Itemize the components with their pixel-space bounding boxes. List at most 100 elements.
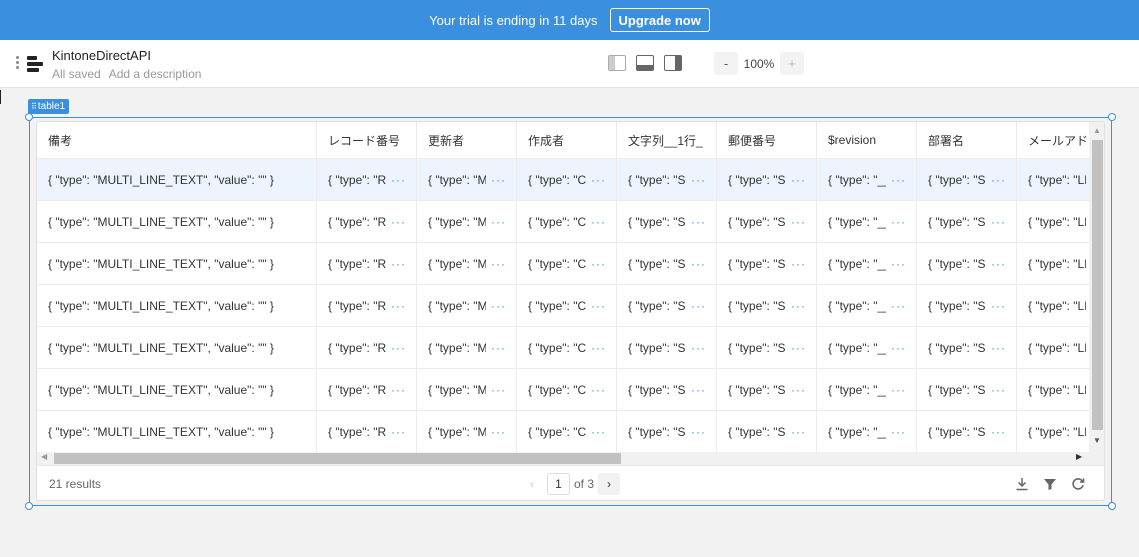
expand-cell-icon[interactable]: ··· bbox=[691, 425, 706, 439]
horizontal-scroll-thumb[interactable] bbox=[54, 453, 621, 464]
expand-cell-icon[interactable]: ··· bbox=[991, 341, 1006, 355]
expand-cell-icon[interactable]: ··· bbox=[591, 383, 606, 397]
table-cell[interactable]: { "type": "MODIFIER" ··· bbox=[417, 369, 517, 410]
expand-cell-icon[interactable]: ··· bbox=[991, 425, 1006, 439]
table-cell[interactable]: { "type": "SINGLE_LINE_TEXT" ··· bbox=[717, 369, 817, 410]
table-row[interactable]: { "type": "MULTI_LINE_TEXT", "value": ""… bbox=[37, 285, 1089, 327]
table-cell[interactable]: { "type": "RECORD_NUMBER" ··· bbox=[317, 243, 417, 284]
expand-cell-icon[interactable]: ··· bbox=[791, 383, 806, 397]
column-header[interactable]: 更新者 bbox=[417, 122, 517, 158]
table-cell[interactable]: { "type": "CREATOR" ··· bbox=[517, 201, 617, 242]
resize-handle-bottom-left[interactable] bbox=[25, 502, 33, 510]
table-cell[interactable]: { "type": "SINGLE_LINE_TEXT" ··· bbox=[917, 411, 1017, 452]
table-cell[interactable]: { "type": "__REVISION__" ··· bbox=[817, 243, 917, 284]
zoom-out-button[interactable]: - bbox=[714, 52, 738, 75]
horizontal-scrollbar[interactable]: ◀ ▶ bbox=[37, 452, 1104, 465]
expand-cell-icon[interactable]: ··· bbox=[691, 341, 706, 355]
resize-handle-top-left[interactable] bbox=[25, 113, 33, 121]
resize-handle-top-right[interactable] bbox=[1108, 113, 1116, 121]
table-cell[interactable]: { "type": "MODIFIER" ··· bbox=[417, 159, 517, 200]
zoom-in-button[interactable]: + bbox=[780, 52, 804, 75]
expand-cell-icon[interactable]: ··· bbox=[891, 341, 906, 355]
refresh-icon[interactable] bbox=[1069, 475, 1087, 493]
table-cell[interactable]: { "type": "SINGLE_LINE_TEXT" ··· bbox=[917, 327, 1017, 368]
table-cell[interactable]: { "type": "CREATOR" ··· bbox=[517, 285, 617, 326]
table-cell[interactable]: { "type": "MULTI_LINE_TEXT", "value": ""… bbox=[37, 285, 317, 326]
column-header[interactable]: 文字列__1行_ bbox=[617, 122, 717, 158]
expand-cell-icon[interactable]: ··· bbox=[591, 215, 606, 229]
expand-cell-icon[interactable]: ··· bbox=[891, 383, 906, 397]
table-cell[interactable]: { "type": "RECORD_NUMBER" ··· bbox=[317, 159, 417, 200]
table-cell[interactable]: { "type": "SINGLE_LINE_TEXT" ··· bbox=[717, 201, 817, 242]
table-cell[interactable]: { "type": "SINGLE_LINE_TEXT" ··· bbox=[617, 285, 717, 326]
scroll-up-icon[interactable]: ▲ bbox=[1093, 126, 1101, 135]
previous-page-button[interactable]: ‹ bbox=[521, 473, 543, 495]
expand-cell-icon[interactable]: ··· bbox=[591, 299, 606, 313]
table-cell[interactable]: { "type": "SINGLE_LINE_TEXT" ··· bbox=[917, 369, 1017, 410]
filter-icon[interactable] bbox=[1041, 475, 1059, 493]
column-header[interactable]: 部署名 bbox=[917, 122, 1017, 158]
expand-cell-icon[interactable]: ··· bbox=[491, 383, 506, 397]
vertical-scroll-thumb[interactable] bbox=[1092, 140, 1103, 430]
table-cell[interactable]: { "type": "MULTI_LINE_TEXT", "value": ""… bbox=[37, 327, 317, 368]
table-cell[interactable]: { "type": "MULTI_LINE_TEXT", "value": ""… bbox=[37, 201, 317, 242]
bottom-panel-toggle-icon[interactable] bbox=[636, 55, 654, 71]
table-cell[interactable]: { "type": "__REVISION__" ··· bbox=[817, 369, 917, 410]
expand-cell-icon[interactable]: ··· bbox=[391, 383, 406, 397]
column-header[interactable]: 作成者 bbox=[517, 122, 617, 158]
table-cell[interactable]: { "type": "SINGLE_LINE_TEXT" ··· bbox=[617, 327, 717, 368]
expand-cell-icon[interactable]: ··· bbox=[891, 425, 906, 439]
table-cell[interactable]: { "type": "SINGLE_LINE_TEXT" ··· bbox=[917, 285, 1017, 326]
vertical-scrollbar[interactable]: ▲ ▼ bbox=[1089, 122, 1104, 452]
expand-cell-icon[interactable]: ··· bbox=[591, 173, 606, 187]
table-cell[interactable]: { "type": "SINGLE_LINE_TEXT" ··· bbox=[917, 159, 1017, 200]
expand-cell-icon[interactable]: ··· bbox=[691, 383, 706, 397]
expand-cell-icon[interactable]: ··· bbox=[391, 215, 406, 229]
column-header[interactable]: 郵便番号 bbox=[717, 122, 817, 158]
table-cell[interactable]: { "type": "SINGLE_LINE_TEXT" ··· bbox=[717, 285, 817, 326]
table-cell[interactable]: { "type": "MULTI_LINE_TEXT", "value": ""… bbox=[37, 159, 317, 200]
table-cell[interactable]: { "type": "RECORD_NUMBER" ··· bbox=[317, 369, 417, 410]
table-row[interactable]: { "type": "MULTI_LINE_TEXT", "value": ""… bbox=[37, 411, 1089, 452]
expand-cell-icon[interactable]: ··· bbox=[691, 299, 706, 313]
table-cell[interactable]: { "type": "RECORD_NUMBER" ··· bbox=[317, 201, 417, 242]
table-cell[interactable]: { "type": "MODIFIER" ··· bbox=[417, 285, 517, 326]
table-cell[interactable]: { "type": "CREATOR" ··· bbox=[517, 159, 617, 200]
table-row[interactable]: { "type": "MULTI_LINE_TEXT", "value": ""… bbox=[37, 201, 1089, 243]
table-cell[interactable]: { "type": "SINGLE_LINE_TEXT" ··· bbox=[717, 411, 817, 452]
table-cell[interactable]: { "type": "CREATOR" ··· bbox=[517, 243, 617, 284]
table-cell[interactable]: { "type": "SINGLE_LINE_TEXT" ··· bbox=[617, 243, 717, 284]
table-row[interactable]: { "type": "MULTI_LINE_TEXT", "value": ""… bbox=[37, 243, 1089, 285]
expand-cell-icon[interactable]: ··· bbox=[691, 257, 706, 271]
table-cell[interactable]: { "type": "MULTI_LINE_TEXT", "value": ""… bbox=[37, 411, 317, 452]
table-cell[interactable]: { "type": "SINGLE_LINE_TEXT" ··· bbox=[717, 243, 817, 284]
table-cell[interactable]: { "type": "__REVISION__" ··· bbox=[817, 201, 917, 242]
expand-cell-icon[interactable]: ··· bbox=[791, 341, 806, 355]
column-header[interactable]: 備考 bbox=[37, 122, 317, 158]
table-cell[interactable]: { "type": "__REVISION__" ··· bbox=[817, 411, 917, 452]
component-name-tag[interactable]: ⠿ table1 bbox=[28, 99, 70, 114]
table-cell[interactable]: { "type": "CREATOR" ··· bbox=[517, 369, 617, 410]
expand-cell-icon[interactable]: ··· bbox=[591, 425, 606, 439]
app-name[interactable]: KintoneDirectAPI bbox=[52, 48, 151, 63]
expand-cell-icon[interactable]: ··· bbox=[691, 173, 706, 187]
scroll-down-icon[interactable]: ▼ bbox=[1093, 436, 1101, 445]
table-cell[interactable]: { "type": "LINK"··· bbox=[1017, 411, 1089, 452]
table-cell[interactable]: { "type": "LINK"··· bbox=[1017, 327, 1089, 368]
table-row[interactable]: { "type": "MULTI_LINE_TEXT", "value": ""… bbox=[37, 327, 1089, 369]
table-cell[interactable]: { "type": "LINK"··· bbox=[1017, 201, 1089, 242]
table-cell[interactable]: { "type": "SINGLE_LINE_TEXT" ··· bbox=[917, 243, 1017, 284]
table-cell[interactable]: { "type": "SINGLE_LINE_TEXT" ··· bbox=[717, 159, 817, 200]
expand-cell-icon[interactable]: ··· bbox=[491, 215, 506, 229]
table-cell[interactable]: { "type": "SINGLE_LINE_TEXT" ··· bbox=[617, 411, 717, 452]
table-row[interactable]: { "type": "MULTI_LINE_TEXT", "value": ""… bbox=[37, 159, 1089, 201]
table-cell[interactable]: { "type": "RECORD_NUMBER" ··· bbox=[317, 327, 417, 368]
table-cell[interactable]: { "type": "MODIFIER" ··· bbox=[417, 201, 517, 242]
column-header[interactable]: レコード番号 bbox=[317, 122, 417, 158]
table-cell[interactable]: { "type": "LINK"··· bbox=[1017, 369, 1089, 410]
expand-cell-icon[interactable]: ··· bbox=[491, 341, 506, 355]
table-cell[interactable]: { "type": "SINGLE_LINE_TEXT" ··· bbox=[617, 159, 717, 200]
table-row[interactable]: { "type": "MULTI_LINE_TEXT", "value": ""… bbox=[37, 369, 1089, 411]
expand-cell-icon[interactable]: ··· bbox=[491, 173, 506, 187]
upgrade-now-button[interactable]: Upgrade now bbox=[609, 8, 710, 32]
